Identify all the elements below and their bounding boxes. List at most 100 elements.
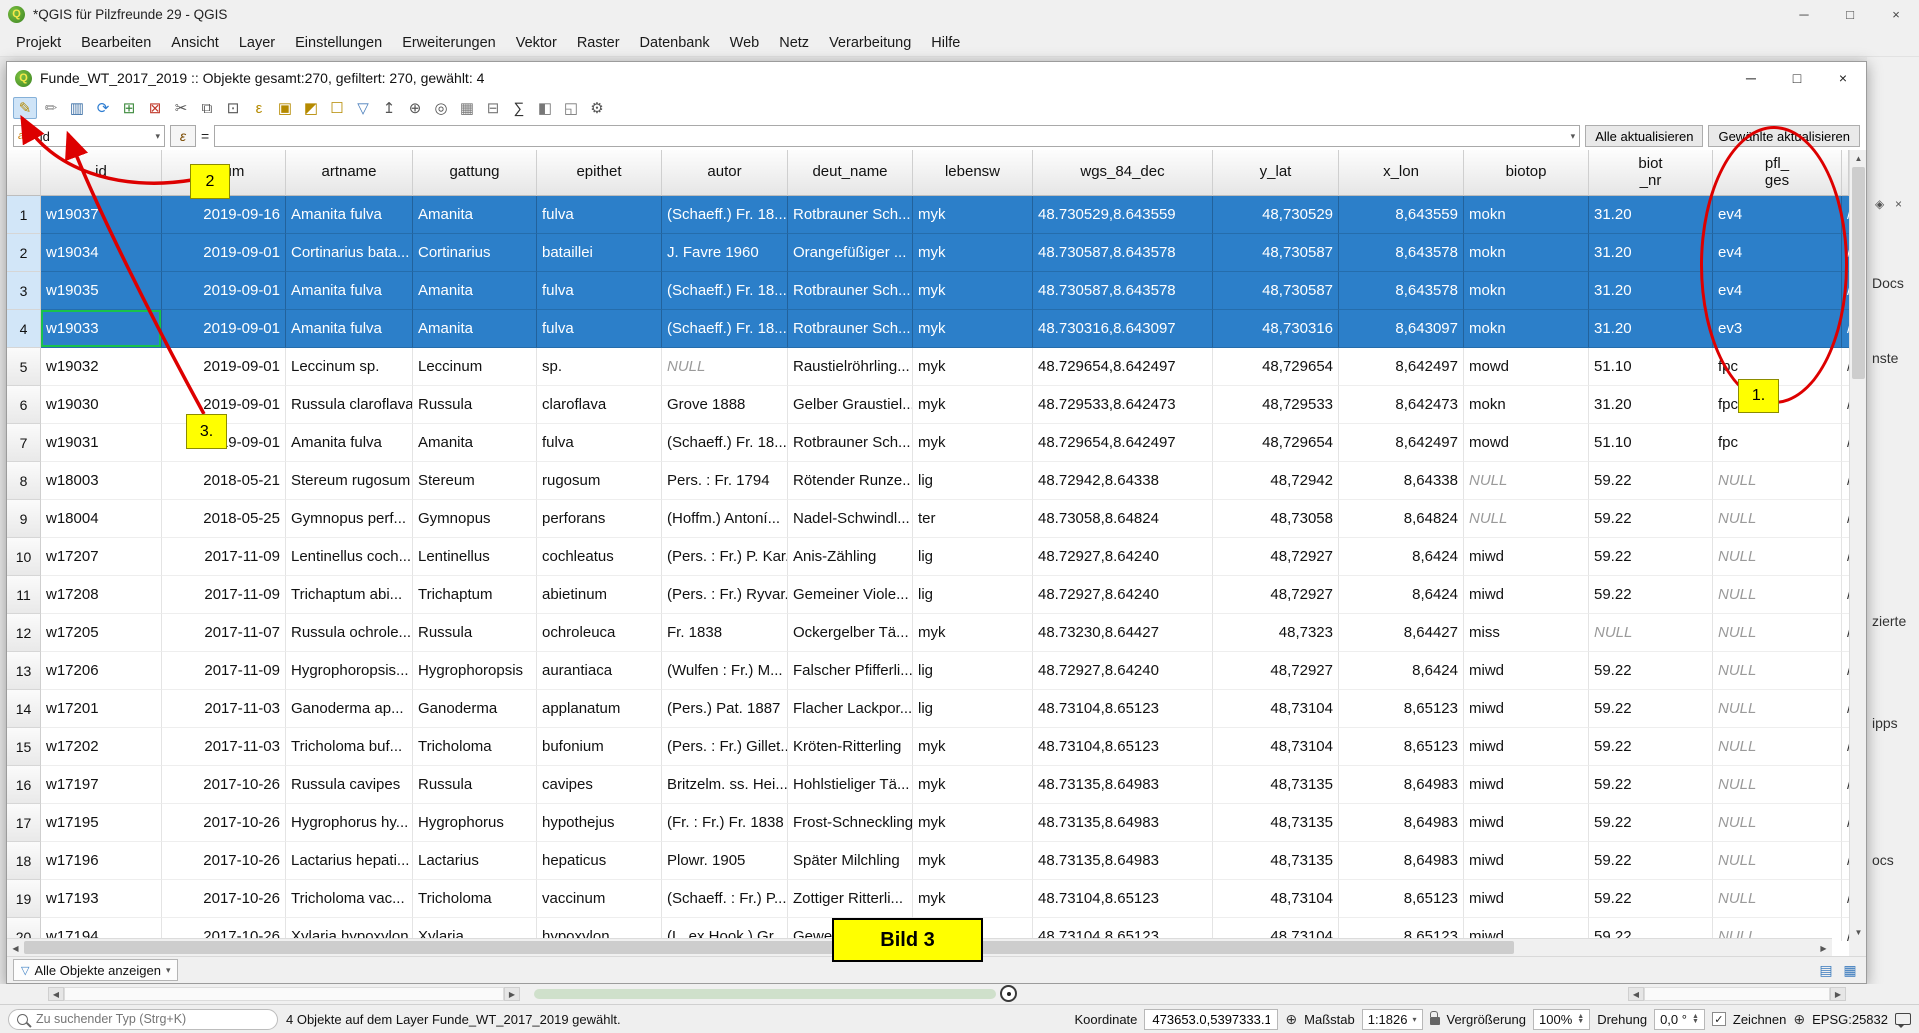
cell-lebensw[interactable]: myk (913, 424, 1033, 462)
cell-biotop[interactable]: mowd (1464, 348, 1589, 386)
cell-datum[interactable]: 2018-05-25 (162, 500, 286, 538)
menu-web[interactable]: Web (720, 32, 770, 54)
cell-lebensw[interactable]: myk (913, 880, 1033, 918)
cell-biotop[interactable]: miwd (1464, 576, 1589, 614)
column-header-wgs-84-dec[interactable]: wgs_84_dec (1033, 150, 1213, 196)
cell-lebensw[interactable]: lig (913, 652, 1033, 690)
select-by-expression-button[interactable]: ε (247, 97, 271, 119)
cell-pfl-ges[interactable]: NULL (1713, 614, 1842, 652)
scroll-track[interactable] (1644, 987, 1830, 1001)
cell-biotop[interactable]: miwd (1464, 538, 1589, 576)
cell-deut-name[interactable]: Frost-Schneckling (788, 804, 913, 842)
cell-artname[interactable]: Cortinarius bata... (286, 234, 413, 272)
cell-deut-name[interactable]: Ockergelber Tä... (788, 614, 913, 652)
cell-biotop[interactable]: miwd (1464, 728, 1589, 766)
row-number[interactable]: 4 (7, 310, 41, 348)
magnifier-spinbox[interactable]: 100% ▲▼ (1533, 1009, 1590, 1030)
cell-pfl-ges[interactable]: NULL (1713, 728, 1842, 766)
cell-gattung[interactable]: Tricholoma (413, 728, 537, 766)
cell-gattung[interactable]: Russula (413, 386, 537, 424)
spinner-arrows-icon[interactable]: ▲▼ (1577, 1014, 1584, 1024)
row-number[interactable]: 10 (7, 538, 41, 576)
main-minimize-button[interactable]: ─ (1781, 0, 1827, 29)
cell-pfl-ges[interactable]: NULL (1713, 690, 1842, 728)
cell-y-lat[interactable]: 48,73104 (1213, 728, 1339, 766)
cell-autor[interactable]: J. Favre 1960 (662, 234, 788, 272)
cell-epithet[interactable]: abietinum (537, 576, 662, 614)
cell-epithet[interactable]: fulva (537, 196, 662, 234)
cell-autor[interactable]: NULL (662, 348, 788, 386)
cut-features-button[interactable]: ✂ (169, 97, 193, 119)
cell-x-lon[interactable]: 8,6424 (1339, 538, 1464, 576)
cell-autor[interactable]: Plowr. 1905 (662, 842, 788, 880)
row-number[interactable]: 5 (7, 348, 41, 386)
vertical-scrollbar-thumb[interactable] (1852, 167, 1865, 379)
zoom-to-selection-button[interactable]: ◎ (429, 97, 453, 119)
scroll-right-icon[interactable]: ▶ (1815, 939, 1832, 956)
cell-autor[interactable]: (Pers.) Pat. 1887 (662, 690, 788, 728)
cell-datum[interactable]: 2019-09-16 (162, 196, 286, 234)
cell-biotop[interactable]: miwd (1464, 690, 1589, 728)
row-number[interactable]: 3 (7, 272, 41, 310)
menu-verarbeitung[interactable]: Verarbeitung (819, 32, 921, 54)
cell-biotop[interactable]: miwd (1464, 880, 1589, 918)
cell-epithet[interactable]: hepaticus (537, 842, 662, 880)
cell-autor[interactable]: (Schaeff.) Fr. 18... (662, 272, 788, 310)
main-maximize-button[interactable]: □ (1827, 0, 1873, 29)
row-number[interactable]: 2 (7, 234, 41, 272)
row-number[interactable]: 18 (7, 842, 41, 880)
cell-wgs-84-dec[interactable]: 48.73104,8.65123 (1033, 728, 1213, 766)
cell-datum[interactable]: 2017-11-09 (162, 652, 286, 690)
cell-biot-nr[interactable]: 59.22 (1589, 652, 1713, 690)
cell-id[interactable]: w19037 (41, 196, 162, 234)
rotation-spinbox[interactable]: 0,0 ° ▲▼ (1654, 1009, 1705, 1030)
cell-biotop[interactable]: miss (1464, 614, 1589, 652)
column-header-biot-nr[interactable]: biot _nr (1589, 150, 1713, 196)
cell-epithet[interactable]: applanatum (537, 690, 662, 728)
cell-biot-nr[interactable]: 31.20 (1589, 386, 1713, 424)
cell-y-lat[interactable]: 48,72927 (1213, 576, 1339, 614)
cell-pfl-ges[interactable]: NULL (1713, 766, 1842, 804)
cell-datum[interactable]: 2017-11-09 (162, 576, 286, 614)
cell-x-lon[interactable]: 8,643578 (1339, 234, 1464, 272)
lock-icon[interactable] (1430, 1017, 1440, 1025)
cell-biot-nr[interactable]: NULL (1589, 614, 1713, 652)
cell-datum[interactable]: 2017-10-26 (162, 842, 286, 880)
row-number[interactable]: 13 (7, 652, 41, 690)
cell-artname[interactable]: Stereum rugosum (286, 462, 413, 500)
cell-id[interactable]: w19035 (41, 272, 162, 310)
cell-artname[interactable]: Tricholoma buf... (286, 728, 413, 766)
attr-close-button[interactable]: × (1820, 62, 1866, 94)
cell-gattung[interactable]: Russula (413, 614, 537, 652)
cell-biot-nr[interactable]: 59.22 (1589, 804, 1713, 842)
cell-deut-name[interactable]: Anis-Zähling (788, 538, 913, 576)
cell-biot-nr[interactable]: 59.22 (1589, 576, 1713, 614)
scroll-left-icon[interactable]: ◀ (7, 939, 24, 956)
cell-pfl-ges[interactable]: fpc (1713, 424, 1842, 462)
cell-autor[interactable]: Grove 1888 (662, 386, 788, 424)
cell-artname[interactable]: Gymnopus perf... (286, 500, 413, 538)
cell-autor[interactable]: (Schaeff.) Fr. 18... (662, 310, 788, 348)
cell-lebensw[interactable]: lig (913, 462, 1033, 500)
cell-biotop[interactable]: NULL (1464, 462, 1589, 500)
cell-lebensw[interactable]: myk (913, 310, 1033, 348)
cell-datum[interactable]: 2017-10-26 (162, 766, 286, 804)
cell-autor[interactable]: (Hoffm.) Antoní... (662, 500, 788, 538)
cell-x-lon[interactable]: 8,642497 (1339, 424, 1464, 462)
cell-autor[interactable]: (Schaeff.) Fr. 18... (662, 424, 788, 462)
cell-id[interactable]: w17197 (41, 766, 162, 804)
cell-epithet[interactable]: bataillei (537, 234, 662, 272)
cell-biotop[interactable]: NULL (1464, 500, 1589, 538)
cell-lebensw[interactable]: myk (913, 804, 1033, 842)
cell-wgs-84-dec[interactable]: 48.730587,8.643578 (1033, 234, 1213, 272)
pan-to-selection-button[interactable]: ⊕ (403, 97, 427, 119)
cell-biot-nr[interactable]: 59.22 (1589, 690, 1713, 728)
cell-id[interactable]: w17195 (41, 804, 162, 842)
row-number[interactable]: 7 (7, 424, 41, 462)
cell-id[interactable]: w17205 (41, 614, 162, 652)
menu-projekt[interactable]: Projekt (6, 32, 71, 54)
cell-biot-nr[interactable]: 59.22 (1589, 728, 1713, 766)
cell-wgs-84-dec[interactable]: 48.729654,8.642497 (1033, 424, 1213, 462)
field-select-combo[interactable]: abc id ▾ (13, 125, 165, 147)
cell-wgs-84-dec[interactable]: 48.73104,8.65123 (1033, 690, 1213, 728)
